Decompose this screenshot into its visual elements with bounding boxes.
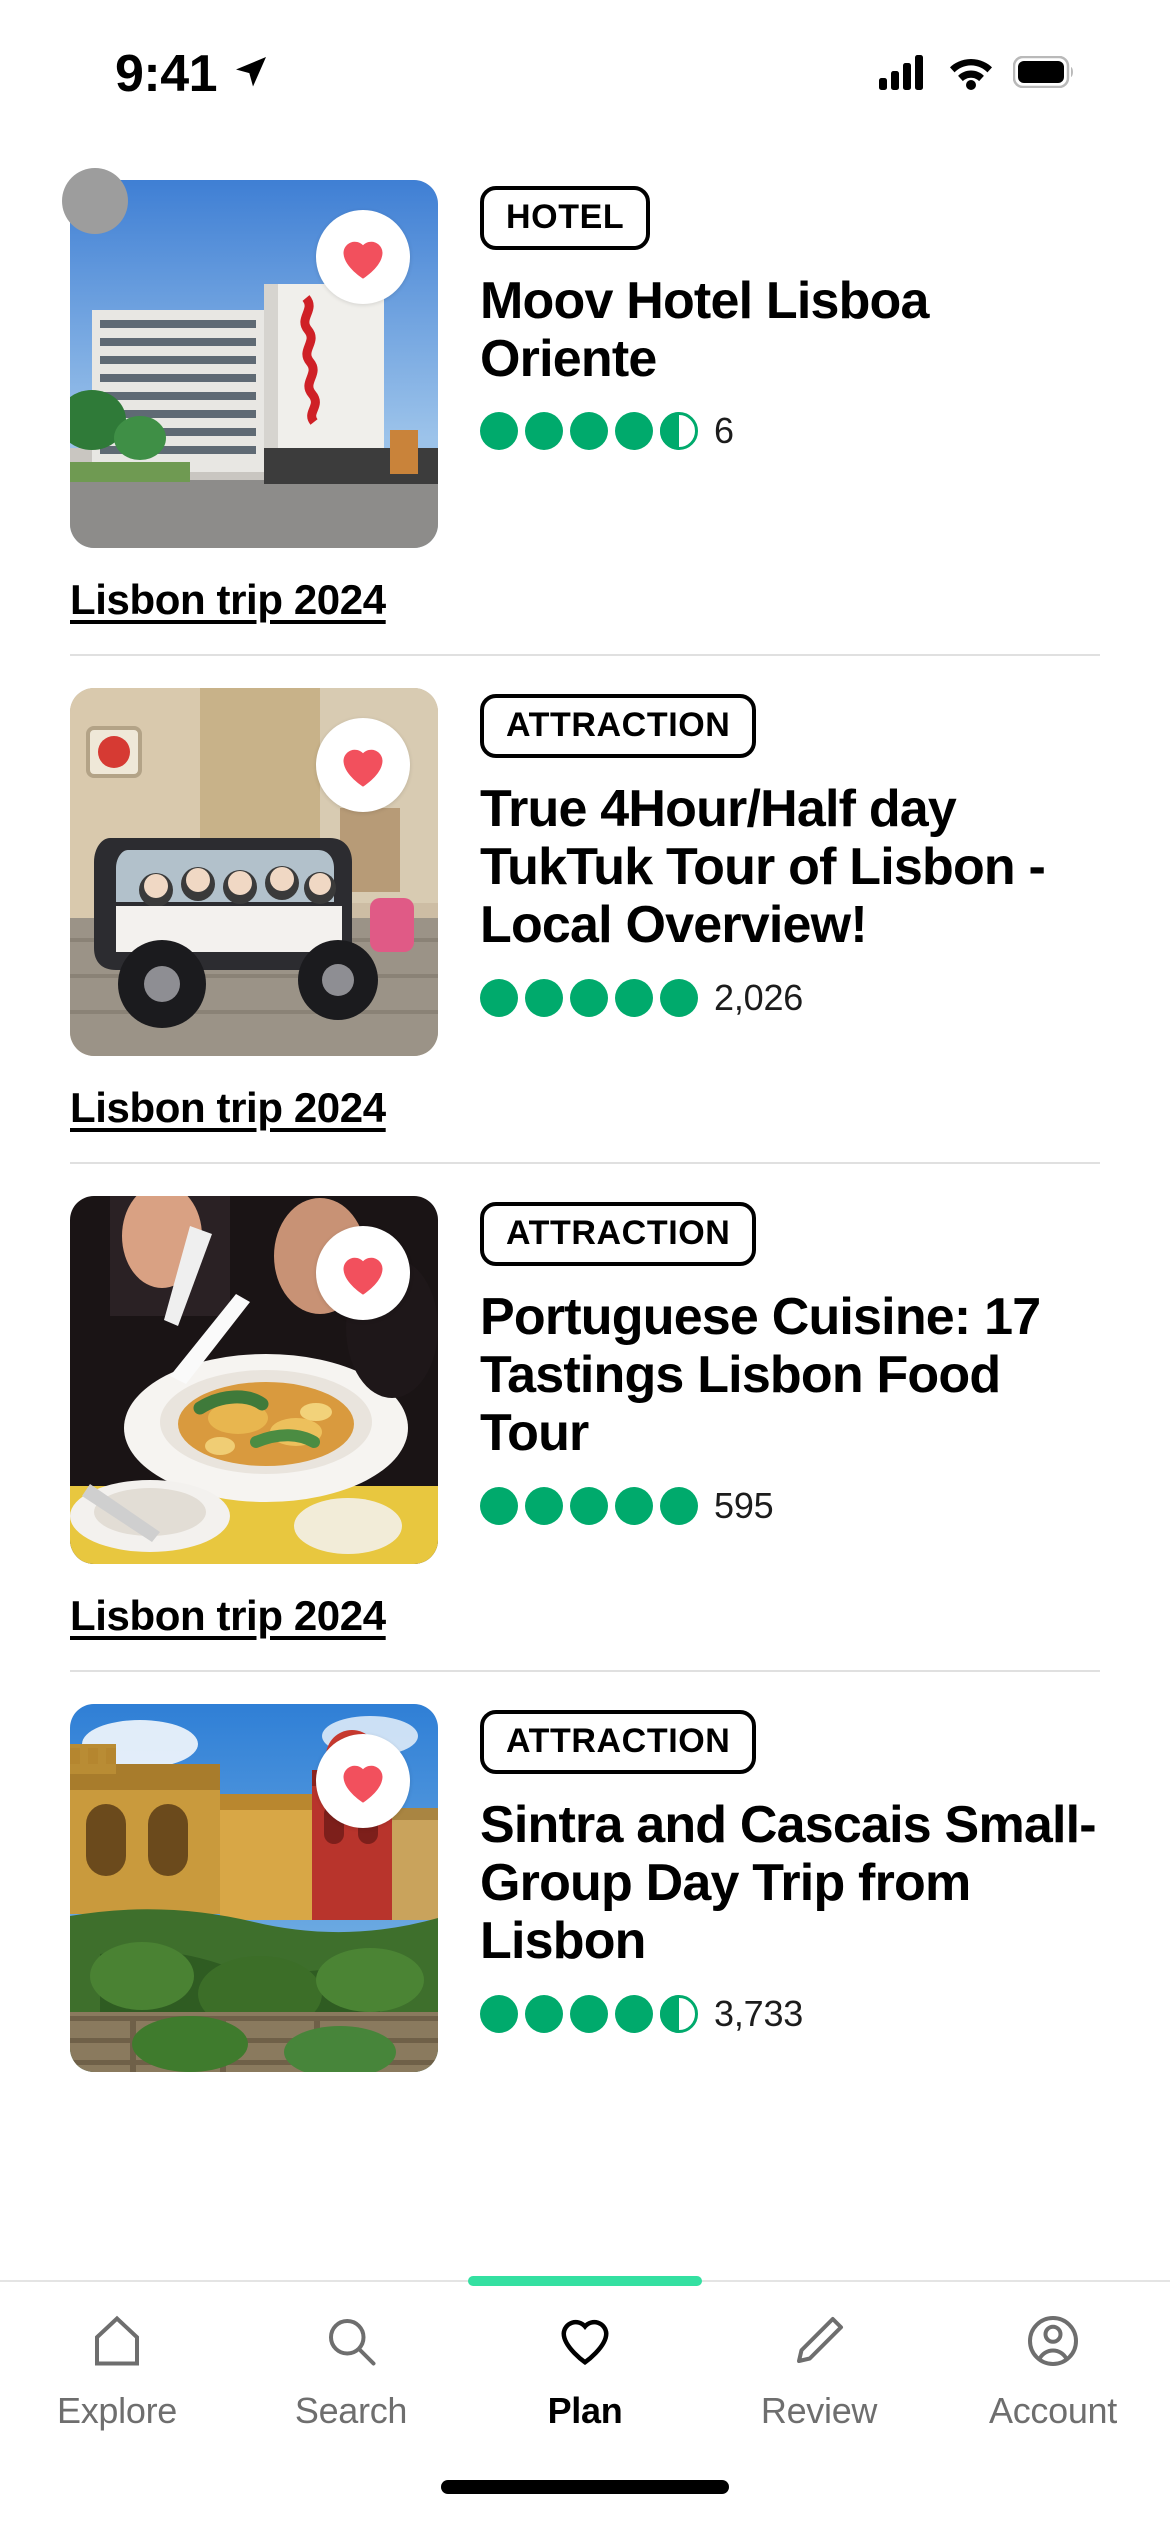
card-body: HOTEL Moov Hotel Lisboa Oriente 6	[480, 180, 1100, 548]
rating-row: 3,733	[480, 1993, 1100, 2035]
review-count: 2,026	[714, 976, 804, 1018]
heart-outline-icon	[555, 2308, 615, 2374]
saved-item-card[interactable]: ATTRACTION True 4Hour/Half day TukTuk To…	[0, 656, 1170, 1132]
card-thumbnail-wrap[interactable]	[70, 1704, 438, 2072]
rating-bubbles	[480, 1486, 698, 1525]
nav-tab-search[interactable]: Search	[234, 2308, 468, 2432]
rating-bubbles	[480, 978, 698, 1017]
bubble-full	[615, 412, 653, 451]
nav-label-plan: Plan	[547, 2390, 623, 2431]
nav-label-account: Account	[989, 2390, 1117, 2431]
category-badge: HOTEL	[480, 186, 651, 250]
card-body: ATTRACTION Sintra and Cascais Small-Grou…	[480, 1704, 1100, 2072]
bubble-full	[480, 1486, 518, 1525]
selection-dot	[62, 168, 128, 234]
trip-link[interactable]: Lisbon trip 2024	[70, 1592, 386, 1640]
card-title[interactable]: Sintra and Cascais Small-Group Day Trip …	[480, 1796, 1100, 1971]
nav-tab-account[interactable]: Account	[936, 2308, 1170, 2432]
rating-row: 2,026	[480, 977, 1100, 1019]
search-icon	[321, 2308, 381, 2374]
saved-items-list[interactable]: HOTEL Moov Hotel Lisboa Oriente 6 Lisbon…	[0, 148, 1170, 2280]
saved-item-card[interactable]: HOTEL Moov Hotel Lisboa Oriente 6 Lisbon…	[0, 148, 1170, 624]
bubble-full	[480, 412, 518, 451]
card-body: ATTRACTION Portuguese Cuisine: 17 Tastin…	[480, 1196, 1100, 1564]
status-time: 9:41	[115, 45, 218, 103]
card-thumbnail-wrap[interactable]	[62, 168, 438, 548]
location-arrow-icon	[231, 52, 271, 97]
favorite-heart-button[interactable]	[316, 1226, 410, 1320]
bubble-full	[525, 412, 563, 451]
bubble-full	[525, 1486, 563, 1525]
rating-bubbles	[480, 412, 698, 451]
review-count: 6	[714, 410, 734, 452]
heart-filled-icon	[343, 1257, 383, 1295]
card-title[interactable]: True 4Hour/Half day TukTuk Tour of Lisbo…	[480, 780, 1100, 955]
saved-item-card[interactable]: ATTRACTION Portuguese Cuisine: 17 Tastin…	[0, 1164, 1170, 1640]
category-badge: ATTRACTION	[480, 694, 757, 758]
status-bar-left: 9:41	[115, 48, 271, 100]
heart-filled-icon	[343, 749, 383, 787]
bubble-full	[570, 412, 608, 451]
bubble-half	[660, 1994, 698, 2033]
card-thumbnail-wrap[interactable]	[70, 688, 438, 1056]
saved-item-card[interactable]: ATTRACTION Sintra and Cascais Small-Grou…	[0, 1672, 1170, 2072]
nav-label-review: Review	[760, 2390, 878, 2431]
rating-row: 595	[480, 1485, 1100, 1527]
bubble-full	[525, 978, 563, 1017]
account-circle-icon	[1023, 2308, 1083, 2374]
bubble-full	[660, 1486, 698, 1525]
status-bar-right	[879, 54, 1075, 95]
pencil-icon	[789, 2308, 849, 2374]
bubble-full	[480, 1994, 518, 2033]
category-badge: ATTRACTION	[480, 1710, 757, 1774]
app-screen: 9:41 HOTEL Moov Hotel Lisboa Oriente 6 L…	[0, 0, 1170, 2532]
nav-label-explore: Explore	[57, 2390, 177, 2431]
review-count: 595	[714, 1484, 774, 1526]
bubble-half	[660, 412, 698, 451]
bottom-navigation: Explore Search Plan Review Account	[0, 2276, 1170, 2472]
bubble-full	[525, 1994, 563, 2033]
cellular-signal-icon	[879, 54, 929, 95]
bubble-full	[570, 1486, 608, 1525]
bubble-full	[570, 1994, 608, 2033]
bubble-full	[615, 1486, 653, 1525]
heart-filled-icon	[343, 241, 383, 279]
nav-tab-review[interactable]: Review	[702, 2308, 936, 2432]
trip-link[interactable]: Lisbon trip 2024	[70, 576, 386, 624]
nav-tab-explore[interactable]: Explore	[0, 2308, 234, 2432]
bubble-full	[615, 978, 653, 1017]
status-bar: 9:41	[0, 0, 1170, 148]
nav-label-search: Search	[294, 2390, 408, 2431]
favorite-heart-button[interactable]	[316, 1734, 410, 1828]
card-body: ATTRACTION True 4Hour/Half day TukTuk To…	[480, 688, 1100, 1056]
wifi-icon	[947, 54, 995, 95]
category-badge: ATTRACTION	[480, 1202, 757, 1266]
bubble-full	[615, 1994, 653, 2033]
battery-full-icon	[1012, 55, 1075, 93]
card-thumbnail-wrap[interactable]	[70, 1196, 438, 1564]
bubble-full	[660, 978, 698, 1017]
bubble-full	[570, 978, 608, 1017]
card-title[interactable]: Portuguese Cuisine: 17 Tastings Lisbon F…	[480, 1288, 1100, 1463]
home-indicator[interactable]	[441, 2480, 729, 2494]
favorite-heart-button[interactable]	[316, 210, 410, 304]
review-count: 3,733	[714, 1992, 804, 2034]
heart-filled-icon	[343, 1765, 383, 1803]
card-title[interactable]: Moov Hotel Lisboa Oriente	[480, 272, 1100, 388]
active-tab-indicator	[468, 2276, 702, 2286]
bubble-full	[480, 978, 518, 1017]
rating-row: 6	[480, 410, 1100, 452]
favorite-heart-button[interactable]	[316, 718, 410, 812]
home-icon	[87, 2308, 147, 2374]
trip-link[interactable]: Lisbon trip 2024	[70, 1084, 386, 1132]
nav-tab-plan[interactable]: Plan	[468, 2308, 702, 2432]
home-indicator-area	[0, 2472, 1170, 2532]
rating-bubbles	[480, 1994, 698, 2033]
